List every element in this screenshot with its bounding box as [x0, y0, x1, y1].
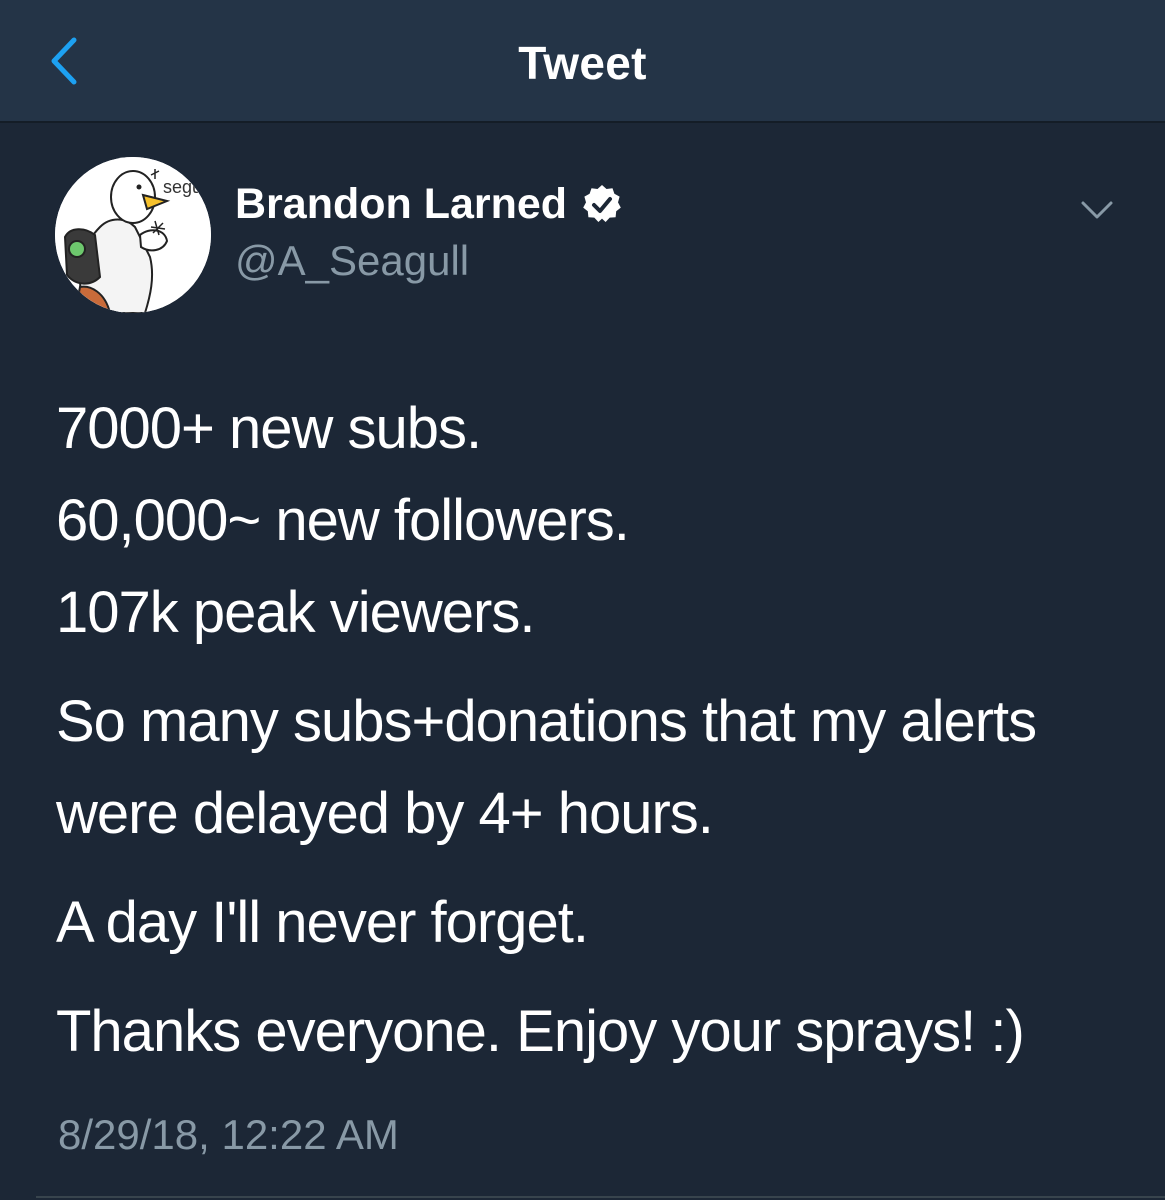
- author-name-row[interactable]: Brandon Larned: [235, 180, 623, 229]
- page-title: Tweet: [518, 37, 647, 89]
- tweet-line: Thanks everyone. Enjoy your sprays! :): [56, 999, 1025, 1064]
- chevron-down-icon: [1081, 201, 1113, 219]
- avatar[interactable]: segu: [55, 157, 211, 313]
- tweet-timestamp: 8/29/18, 12:22 AM: [58, 1111, 399, 1158]
- tweet-text: 7000+ new subs. 60,000~ new followers. 1…: [56, 383, 1136, 1078]
- tweet-line: 107k peak viewers.: [56, 580, 535, 645]
- tweet-line: were delayed by 4+ hours.: [56, 781, 714, 846]
- author-name: Brandon Larned: [235, 180, 568, 228]
- navigation-bar: Tweet: [0, 0, 1165, 123]
- divider: [36, 1196, 1165, 1198]
- avatar-text: segu: [163, 177, 202, 197]
- seagull-avatar-image: segu: [55, 157, 211, 313]
- tweet-line: So many subs+donations that my alerts: [56, 689, 1037, 754]
- author-handle[interactable]: @A_Seagull: [235, 237, 469, 285]
- tweet-line: A day I'll never forget.: [56, 890, 589, 955]
- tweet-line: 7000+ new subs.: [56, 396, 482, 461]
- tweet-line: 60,000~ new followers.: [56, 488, 630, 553]
- verified-badge-icon: [583, 184, 621, 222]
- more-options-button[interactable]: [1077, 192, 1117, 228]
